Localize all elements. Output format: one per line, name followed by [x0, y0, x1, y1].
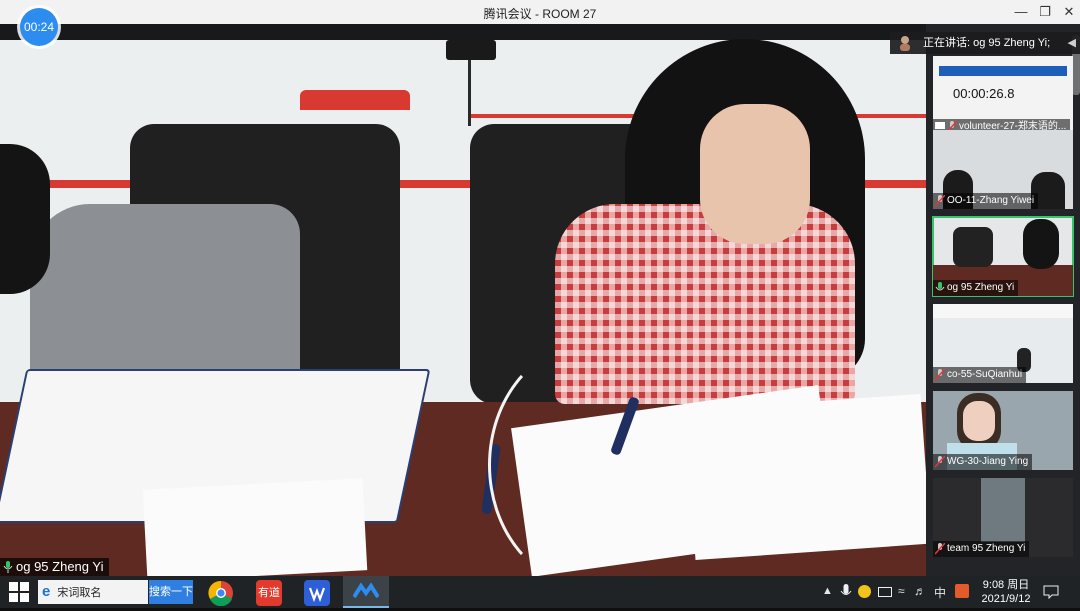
shared-screen-bar — [939, 66, 1067, 76]
wps-icon-graphic — [308, 587, 326, 603]
mic-on-icon — [3, 561, 13, 573]
clock-time: 9:08 周日 — [982, 579, 1030, 591]
video-feed — [981, 478, 1025, 542]
collapse-arrow-icon[interactable]: ◀ — [1068, 32, 1076, 54]
participant-tile-active[interactable]: og 95 Zheng Yi — [932, 216, 1074, 297]
active-app-slot[interactable] — [343, 576, 389, 608]
mic-muted-icon — [935, 543, 945, 555]
search-button[interactable]: 搜索一下 — [149, 580, 193, 604]
person-left-head — [0, 144, 50, 294]
participant-name: team 95 Zheng Yi — [947, 543, 1026, 554]
search-text: 宋词取名 — [57, 587, 102, 599]
speaker-name-label: og 95 Zheng Yi — [0, 558, 110, 576]
participant-label: og 95 Zheng Yi — [933, 280, 1019, 296]
ie-search-icon: e — [42, 583, 51, 600]
participant-tile[interactable]: team 95 Zheng Yi — [933, 478, 1073, 557]
minimize-button[interactable]: — — [1010, 2, 1032, 22]
meeting-timer[interactable]: 00:24 — [20, 8, 58, 46]
input-method-icon[interactable] — [955, 584, 969, 598]
battery-icon[interactable] — [878, 587, 892, 597]
person-right-face — [700, 104, 810, 244]
participant-label: co-55-SuQianhui — [933, 367, 1027, 383]
mic-muted-icon — [935, 456, 945, 468]
wall-logo — [300, 90, 410, 110]
tencent-meeting-icon — [353, 582, 379, 599]
chrome-icon-graphic — [208, 580, 233, 607]
person-icon — [900, 36, 910, 51]
participant-tile[interactable]: WG-30-Jiang Ying — [933, 391, 1073, 470]
video-person — [1023, 219, 1059, 269]
microphone-icon[interactable] — [840, 584, 852, 600]
video-ceiling — [933, 304, 1073, 318]
main-video[interactable]: og 95 Zheng Yi — [0, 24, 926, 576]
clock-date: 2021/9/12 — [981, 593, 1031, 605]
notes-card — [142, 478, 368, 576]
notification-icon[interactable] — [1043, 585, 1059, 599]
shared-screen-time: 00:00:26.8 — [953, 86, 1015, 101]
window-title: 腾讯会议 - ROOM 27 — [483, 7, 597, 21]
status-app-icon[interactable] — [858, 585, 871, 598]
taskbar-search-input[interactable]: e 宋词取名 — [38, 580, 148, 604]
maximize-button[interactable]: ❐ — [1034, 2, 1056, 22]
top-band — [0, 24, 926, 40]
participant-tile[interactable]: co-55-SuQianhui — [933, 304, 1073, 383]
taskbar: e 宋词取名 搜索一下 有道 ▲ ≈ ♬ 中 9:08 周日 2021/9/12 — [0, 576, 1080, 608]
charging-cable — [488, 342, 694, 576]
participant-label: WG-30-Jiang Ying — [933, 454, 1033, 470]
phone-on-tripod — [446, 40, 496, 60]
youdao-icon[interactable]: 有道 — [256, 580, 282, 606]
mic-on-icon — [935, 282, 945, 291]
mic-muted-icon — [935, 369, 945, 381]
participant-name: co-55-SuQianhui — [947, 369, 1023, 380]
wps-icon[interactable] — [304, 580, 330, 606]
participant-name: og 95 Zheng Yi — [947, 282, 1015, 293]
participant-name: OO-11-Zhang Yiwei — [947, 195, 1035, 206]
participant-name: WG-30-Jiang Ying — [947, 456, 1029, 467]
tripod-pole — [468, 60, 471, 126]
ime-indicator[interactable]: 中 — [934, 584, 946, 601]
volume-icon[interactable]: ♬ — [914, 584, 926, 598]
speaking-text: 正在讲话: og 95 Zheng Yi; — [923, 37, 1051, 49]
speaker-name: og 95 Zheng Yi — [16, 559, 104, 574]
paper-sheet-2 — [685, 393, 926, 561]
mic-muted-icon — [935, 195, 945, 207]
speaking-indicator: 正在讲话: og 95 Zheng Yi; ◀ — [890, 32, 1080, 54]
video-person-face — [963, 401, 995, 441]
taskbar-clock[interactable]: 9:08 周日 2021/9/12 — [974, 578, 1038, 606]
video-chair — [953, 227, 993, 267]
wifi-icon[interactable]: ≈ — [898, 584, 905, 598]
participant-tile[interactable]: 00:00:26.8 volunteer-27-郑末语的... — [933, 56, 1073, 135]
windows-icon — [9, 582, 29, 602]
title-bar: 腾讯会议 - ROOM 27 — ❐ ✕ — [0, 0, 1080, 24]
participant-label: OO-11-Zhang Yiwei — [933, 193, 1039, 209]
close-button[interactable]: ✕ — [1058, 2, 1080, 22]
participant-label: team 95 Zheng Yi — [933, 541, 1030, 557]
chrome-icon[interactable] — [208, 580, 234, 607]
participant-tile[interactable]: OO-11-Zhang Yiwei — [933, 130, 1073, 209]
start-button[interactable] — [0, 576, 38, 608]
tray-expand-icon[interactable]: ▲ — [822, 585, 833, 597]
